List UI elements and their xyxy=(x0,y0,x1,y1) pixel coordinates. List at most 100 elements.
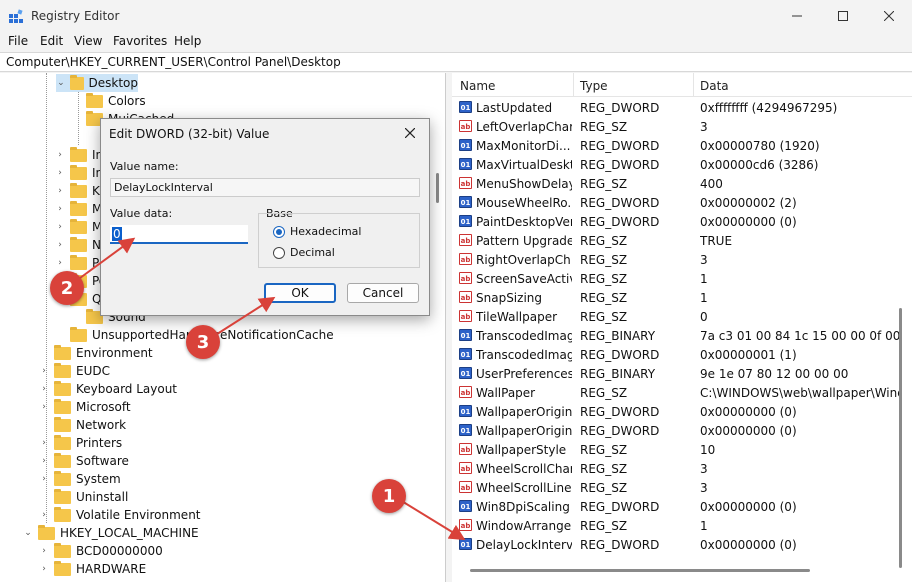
close-icon xyxy=(884,11,894,21)
value-row[interactable]: 01 MouseWheelRo... REG_DWORD 0x00000002 (2) xyxy=(452,193,892,212)
tree-item-bcd[interactable]: › BCD00000000 xyxy=(38,542,163,560)
menu-edit[interactable]: Edit xyxy=(40,34,63,48)
decimal-radio[interactable] xyxy=(273,247,285,259)
string-value-icon: ab xyxy=(459,272,472,284)
value-name: WallpaperOriginX xyxy=(476,405,572,419)
tree-item-software[interactable]: › Software xyxy=(38,452,129,470)
minimize-button[interactable] xyxy=(774,4,820,28)
value-row[interactable]: ab ScreenSaveActive REG_SZ 1 xyxy=(452,269,892,288)
value-row[interactable]: 01 WallpaperOriginY REG_DWORD 0x00000000 (0… xyxy=(452,421,892,440)
folder-icon xyxy=(70,236,87,252)
menu-file[interactable]: File xyxy=(8,34,28,48)
value-name: Pattern Upgrade xyxy=(476,234,572,248)
value-row[interactable]: 01 DelayLockInterval REG_DWORD 0x00000000 (… xyxy=(452,535,892,554)
tree-item-printers[interactable]: › Printers xyxy=(38,434,122,452)
tree-item-keyboard-layout[interactable]: › Keyboard Layout xyxy=(38,380,177,398)
tree-item-in1[interactable]: › In xyxy=(54,146,103,164)
ok-button[interactable]: OK xyxy=(264,283,336,303)
value-data: 9e 1e 07 80 12 00 00 00 xyxy=(700,367,849,381)
value-row[interactable]: ab WallPaper REG_SZ C:\WINDOWS\web\wallpape… xyxy=(452,383,900,402)
dialog-close-button[interactable] xyxy=(397,121,423,145)
hexadecimal-radio[interactable] xyxy=(273,226,285,238)
value-data: 0xffffffff (4294967295) xyxy=(700,101,838,115)
tree-item-in2[interactable]: › In xyxy=(54,164,103,182)
value-data: TRUE xyxy=(700,234,733,248)
tree-item-m2[interactable]: › M xyxy=(54,218,102,236)
value-row[interactable]: 01 WallpaperOriginX REG_DWORD 0x00000000 (0… xyxy=(452,402,892,421)
folder-icon xyxy=(70,200,87,216)
column-type[interactable]: Type xyxy=(580,79,608,93)
tree-item-uninstall[interactable]: Uninstall xyxy=(38,488,128,506)
menu-help[interactable]: Help xyxy=(174,34,201,48)
tree-item-hardware[interactable]: › HARDWARE xyxy=(38,560,146,578)
chevron-right-icon: › xyxy=(58,204,62,214)
tree-scrollbar[interactable] xyxy=(436,173,439,203)
tree-item-eudc[interactable]: › EUDC xyxy=(38,362,110,380)
chevron-right-icon: › xyxy=(58,150,62,160)
tree-item-colors[interactable]: Colors xyxy=(70,92,146,110)
value-row[interactable]: 01 PaintDesktopVer... REG_DWORD 0x00000000 … xyxy=(452,212,892,231)
value-name: WallpaperOriginY xyxy=(476,424,572,438)
menu-view[interactable]: View xyxy=(74,34,102,48)
column-data[interactable]: Data xyxy=(700,79,729,93)
tree-item-system[interactable]: › System xyxy=(38,470,121,488)
value-row[interactable]: 01 TranscodedImag... REG_BINARY 7a c3 01 00… xyxy=(452,326,900,345)
tree-item-m1[interactable]: › M xyxy=(54,200,102,218)
binary-value-icon: 01 xyxy=(459,424,472,436)
tree-item-label: P xyxy=(92,256,100,270)
string-value-icon: ab xyxy=(459,481,472,493)
value-row[interactable]: 01 UserPreferences... REG_BINARY 9e 1e 07 8… xyxy=(452,364,892,383)
tree-item-volatile-environment[interactable]: › Volatile Environment xyxy=(38,506,201,524)
maximize-button[interactable] xyxy=(820,4,866,28)
tree-item-environment[interactable]: Environment xyxy=(38,344,153,362)
binary-value-icon: 01 xyxy=(459,348,472,360)
value-type: REG_DWORD xyxy=(580,158,660,172)
tree-item-k[interactable]: › K xyxy=(54,182,100,200)
value-row[interactable]: ab Pattern Upgrade REG_SZ TRUE xyxy=(452,231,892,250)
value-row[interactable]: 01 MaxMonitorDi... REG_DWORD 0x00000780 (19… xyxy=(452,136,892,155)
tree-item-network[interactable]: Network xyxy=(38,416,126,434)
tree-item-microsoft[interactable]: › Microsoft xyxy=(38,398,131,416)
value-row[interactable]: 01 Win8DpiScaling REG_DWORD 0x00000000 (0) xyxy=(452,497,892,516)
value-row[interactable]: 01 TranscodedImag... REG_DWORD 0x00000001 (… xyxy=(452,345,892,364)
value-row[interactable]: ab MenuShowDelay REG_SZ 400 xyxy=(452,174,892,193)
value-type: REG_SZ xyxy=(580,120,628,134)
list-horizontal-scrollbar[interactable] xyxy=(470,569,810,572)
value-row[interactable]: ab WheelScrollLines REG_SZ 3 xyxy=(452,478,892,497)
column-name[interactable]: Name xyxy=(460,79,495,93)
chevron-right-icon: › xyxy=(58,186,62,196)
hexadecimal-label[interactable]: Hexadecimal xyxy=(290,225,361,238)
tree-item-desktop[interactable]: ⌄ Desktop xyxy=(56,74,138,92)
tree-item-label: Keyboard Layout xyxy=(76,382,178,396)
value-data: C:\WINDOWS\web\wallpaper\Windo xyxy=(700,386,900,400)
decimal-label[interactable]: Decimal xyxy=(290,246,335,259)
value-row[interactable]: ab WheelScrollChars REG_SZ 3 xyxy=(452,459,892,478)
value-type: REG_DWORD xyxy=(580,405,660,419)
folder-icon xyxy=(54,416,71,432)
value-data: 0x00000001 (1) xyxy=(700,348,797,362)
list-vertical-scrollbar[interactable] xyxy=(899,308,902,568)
address-bar[interactable]: Computer\HKEY_CURRENT_USER\Control Panel… xyxy=(0,52,912,72)
value-row[interactable]: 01 MaxVirtualDeskt... REG_DWORD 0x00000cd6 … xyxy=(452,155,892,174)
value-row[interactable]: ab SnapSizing REG_SZ 1 xyxy=(452,288,892,307)
menu-favorites[interactable]: Favorites xyxy=(113,34,167,48)
chevron-down-icon: ⌄ xyxy=(24,528,32,538)
value-row[interactable]: ab WallpaperStyle REG_SZ 10 xyxy=(452,440,892,459)
value-row[interactable]: 01 LastUpdated REG_DWORD 0xffffffff (429496… xyxy=(452,98,892,117)
cancel-button[interactable]: Cancel xyxy=(347,283,419,303)
value-type: REG_DWORD xyxy=(580,424,660,438)
value-data-input[interactable]: 0 xyxy=(110,225,248,244)
tree-item-p[interactable]: › P xyxy=(54,254,99,272)
value-type: REG_SZ xyxy=(580,443,628,457)
values-list[interactable]: Name Type Data 01 LastUpdated REG_DWORD 0xf… xyxy=(452,73,912,582)
value-row[interactable]: ab WindowArrange... REG_SZ 1 xyxy=(452,516,892,535)
value-type: REG_DWORD xyxy=(580,538,660,552)
value-row[interactable]: ab TileWallpaper REG_SZ 0 xyxy=(452,307,892,326)
binary-value-icon: 01 xyxy=(459,196,472,208)
value-row[interactable]: ab RightOverlapCh... REG_SZ 3 xyxy=(452,250,892,269)
value-row[interactable]: ab LeftOverlapChars REG_SZ 3 xyxy=(452,117,892,136)
close-button[interactable] xyxy=(866,4,912,28)
tree-item-hklm[interactable]: ⌄ HKEY_LOCAL_MACHINE xyxy=(22,524,199,542)
value-type: REG_SZ xyxy=(580,291,628,305)
tree-item-n[interactable]: › N xyxy=(54,236,101,254)
